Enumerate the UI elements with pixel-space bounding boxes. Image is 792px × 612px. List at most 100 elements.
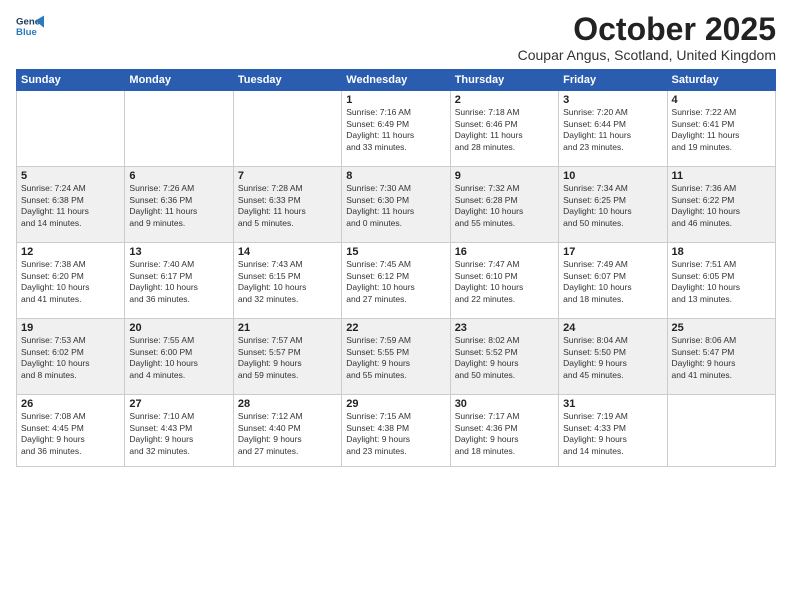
day-info: Sunrise: 7:24 AMSunset: 6:38 PMDaylight:… (21, 183, 120, 229)
day-info: Sunrise: 8:06 AMSunset: 5:47 PMDaylight:… (672, 335, 771, 381)
calendar-week-row: 19Sunrise: 7:53 AMSunset: 6:02 PMDayligh… (17, 319, 776, 395)
day-info: Sunrise: 7:15 AMSunset: 4:38 PMDaylight:… (346, 411, 445, 457)
header-wednesday: Wednesday (342, 70, 450, 91)
table-row: 19Sunrise: 7:53 AMSunset: 6:02 PMDayligh… (17, 319, 125, 395)
calendar-header-row: Sunday Monday Tuesday Wednesday Thursday… (17, 70, 776, 91)
day-info: Sunrise: 7:12 AMSunset: 4:40 PMDaylight:… (238, 411, 337, 457)
day-info: Sunrise: 7:57 AMSunset: 5:57 PMDaylight:… (238, 335, 337, 381)
day-number: 10 (563, 170, 662, 182)
day-info: Sunrise: 7:36 AMSunset: 6:22 PMDaylight:… (672, 183, 771, 229)
month-title: October 2025 (518, 12, 776, 47)
header-tuesday: Tuesday (233, 70, 341, 91)
table-row: 11Sunrise: 7:36 AMSunset: 6:22 PMDayligh… (667, 167, 775, 243)
header-saturday: Saturday (667, 70, 775, 91)
day-info: Sunrise: 8:02 AMSunset: 5:52 PMDaylight:… (455, 335, 554, 381)
table-row: 14Sunrise: 7:43 AMSunset: 6:15 PMDayligh… (233, 243, 341, 319)
day-info: Sunrise: 7:08 AMSunset: 4:45 PMDaylight:… (21, 411, 120, 457)
day-number: 14 (238, 246, 337, 258)
table-row: 31Sunrise: 7:19 AMSunset: 4:33 PMDayligh… (559, 395, 667, 467)
svg-text:Blue: Blue (16, 27, 37, 38)
day-info: Sunrise: 7:32 AMSunset: 6:28 PMDaylight:… (455, 183, 554, 229)
day-number: 3 (563, 94, 662, 106)
table-row (667, 395, 775, 467)
table-row: 2Sunrise: 7:18 AMSunset: 6:46 PMDaylight… (450, 91, 558, 167)
day-info: Sunrise: 7:53 AMSunset: 6:02 PMDaylight:… (21, 335, 120, 381)
day-number: 2 (455, 94, 554, 106)
day-number: 15 (346, 246, 445, 258)
calendar-week-row: 5Sunrise: 7:24 AMSunset: 6:38 PMDaylight… (17, 167, 776, 243)
day-info: Sunrise: 7:20 AMSunset: 6:44 PMDaylight:… (563, 107, 662, 153)
table-row: 29Sunrise: 7:15 AMSunset: 4:38 PMDayligh… (342, 395, 450, 467)
header-friday: Friday (559, 70, 667, 91)
day-number: 4 (672, 94, 771, 106)
table-row: 16Sunrise: 7:47 AMSunset: 6:10 PMDayligh… (450, 243, 558, 319)
day-number: 5 (21, 170, 120, 182)
day-number: 23 (455, 322, 554, 334)
table-row: 21Sunrise: 7:57 AMSunset: 5:57 PMDayligh… (233, 319, 341, 395)
title-block: October 2025 Coupar Angus, Scotland, Uni… (518, 12, 776, 63)
day-number: 22 (346, 322, 445, 334)
logo-icon: General Blue (16, 12, 44, 40)
table-row: 27Sunrise: 7:10 AMSunset: 4:43 PMDayligh… (125, 395, 233, 467)
day-number: 24 (563, 322, 662, 334)
day-info: Sunrise: 7:34 AMSunset: 6:25 PMDaylight:… (563, 183, 662, 229)
day-number: 1 (346, 94, 445, 106)
header: General Blue October 2025 Coupar Angus, … (16, 12, 776, 63)
table-row: 17Sunrise: 7:49 AMSunset: 6:07 PMDayligh… (559, 243, 667, 319)
day-number: 9 (455, 170, 554, 182)
calendar-week-row: 12Sunrise: 7:38 AMSunset: 6:20 PMDayligh… (17, 243, 776, 319)
table-row: 5Sunrise: 7:24 AMSunset: 6:38 PMDaylight… (17, 167, 125, 243)
day-number: 27 (129, 398, 228, 410)
day-number: 18 (672, 246, 771, 258)
table-row: 1Sunrise: 7:16 AMSunset: 6:49 PMDaylight… (342, 91, 450, 167)
day-info: Sunrise: 7:59 AMSunset: 5:55 PMDaylight:… (346, 335, 445, 381)
day-info: Sunrise: 7:47 AMSunset: 6:10 PMDaylight:… (455, 259, 554, 305)
day-info: Sunrise: 8:04 AMSunset: 5:50 PMDaylight:… (563, 335, 662, 381)
table-row: 13Sunrise: 7:40 AMSunset: 6:17 PMDayligh… (125, 243, 233, 319)
table-row (17, 91, 125, 167)
table-row (125, 91, 233, 167)
day-number: 28 (238, 398, 337, 410)
day-number: 30 (455, 398, 554, 410)
table-row: 18Sunrise: 7:51 AMSunset: 6:05 PMDayligh… (667, 243, 775, 319)
table-row: 15Sunrise: 7:45 AMSunset: 6:12 PMDayligh… (342, 243, 450, 319)
day-number: 19 (21, 322, 120, 334)
table-row: 9Sunrise: 7:32 AMSunset: 6:28 PMDaylight… (450, 167, 558, 243)
table-row: 24Sunrise: 8:04 AMSunset: 5:50 PMDayligh… (559, 319, 667, 395)
calendar-week-row: 26Sunrise: 7:08 AMSunset: 4:45 PMDayligh… (17, 395, 776, 467)
day-number: 11 (672, 170, 771, 182)
day-number: 16 (455, 246, 554, 258)
table-row: 8Sunrise: 7:30 AMSunset: 6:30 PMDaylight… (342, 167, 450, 243)
day-info: Sunrise: 7:55 AMSunset: 6:00 PMDaylight:… (129, 335, 228, 381)
table-row (233, 91, 341, 167)
table-row: 6Sunrise: 7:26 AMSunset: 6:36 PMDaylight… (125, 167, 233, 243)
table-row: 10Sunrise: 7:34 AMSunset: 6:25 PMDayligh… (559, 167, 667, 243)
table-row: 25Sunrise: 8:06 AMSunset: 5:47 PMDayligh… (667, 319, 775, 395)
day-number: 26 (21, 398, 120, 410)
day-info: Sunrise: 7:38 AMSunset: 6:20 PMDaylight:… (21, 259, 120, 305)
day-info: Sunrise: 7:18 AMSunset: 6:46 PMDaylight:… (455, 107, 554, 153)
day-info: Sunrise: 7:17 AMSunset: 4:36 PMDaylight:… (455, 411, 554, 457)
day-number: 8 (346, 170, 445, 182)
day-info: Sunrise: 7:40 AMSunset: 6:17 PMDaylight:… (129, 259, 228, 305)
day-number: 20 (129, 322, 228, 334)
table-row: 26Sunrise: 7:08 AMSunset: 4:45 PMDayligh… (17, 395, 125, 467)
header-sunday: Sunday (17, 70, 125, 91)
header-thursday: Thursday (450, 70, 558, 91)
page: General Blue October 2025 Coupar Angus, … (0, 0, 792, 612)
calendar: Sunday Monday Tuesday Wednesday Thursday… (16, 69, 776, 467)
day-number: 7 (238, 170, 337, 182)
day-number: 13 (129, 246, 228, 258)
day-info: Sunrise: 7:49 AMSunset: 6:07 PMDaylight:… (563, 259, 662, 305)
table-row: 3Sunrise: 7:20 AMSunset: 6:44 PMDaylight… (559, 91, 667, 167)
day-info: Sunrise: 7:28 AMSunset: 6:33 PMDaylight:… (238, 183, 337, 229)
day-number: 12 (21, 246, 120, 258)
day-info: Sunrise: 7:51 AMSunset: 6:05 PMDaylight:… (672, 259, 771, 305)
location-title: Coupar Angus, Scotland, United Kingdom (518, 47, 776, 63)
day-number: 29 (346, 398, 445, 410)
table-row: 23Sunrise: 8:02 AMSunset: 5:52 PMDayligh… (450, 319, 558, 395)
table-row: 20Sunrise: 7:55 AMSunset: 6:00 PMDayligh… (125, 319, 233, 395)
table-row: 28Sunrise: 7:12 AMSunset: 4:40 PMDayligh… (233, 395, 341, 467)
day-info: Sunrise: 7:43 AMSunset: 6:15 PMDaylight:… (238, 259, 337, 305)
header-monday: Monday (125, 70, 233, 91)
